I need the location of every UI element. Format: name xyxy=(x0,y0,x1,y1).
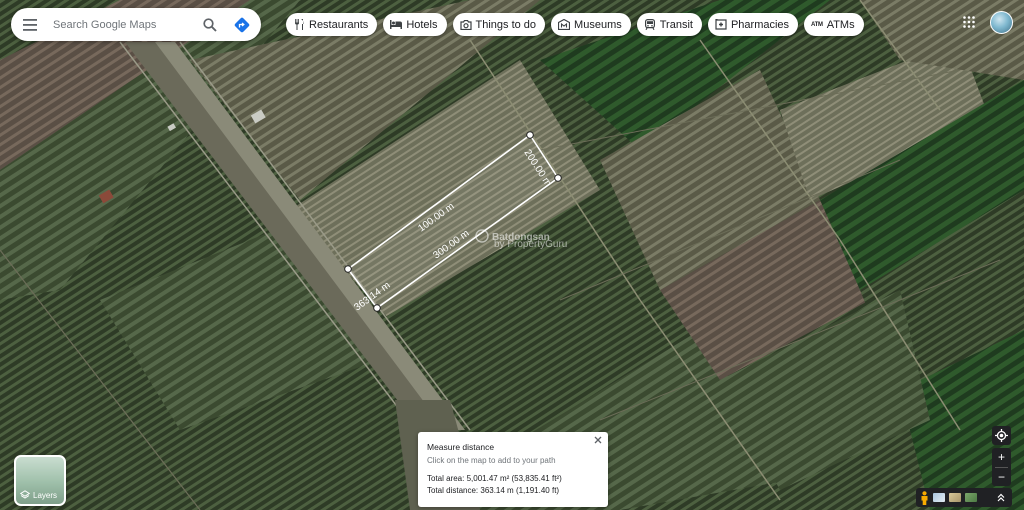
search-icon xyxy=(203,17,217,32)
layers-label-group: Layers xyxy=(20,490,57,500)
chip-label: Pharmacies xyxy=(730,18,790,31)
zoom-out-button[interactable]: − xyxy=(992,467,1011,486)
directions-icon xyxy=(234,17,250,32)
hotel-icon xyxy=(390,19,403,31)
terrain-thumbnail[interactable] xyxy=(949,493,961,502)
directions-button[interactable] xyxy=(226,8,258,41)
transit-icon xyxy=(644,19,656,31)
category-chips: Restaurants Hotels Things to do Museums … xyxy=(286,13,864,36)
pharmacy-icon xyxy=(715,19,727,31)
measure-distance-card: Measure distance Click on the map to add… xyxy=(418,432,608,507)
chip-museums[interactable]: Museums xyxy=(551,13,631,36)
zoom-controls: + − xyxy=(992,448,1011,486)
search-box: Search Google Maps xyxy=(11,8,261,41)
map-thumbnail[interactable] xyxy=(933,493,945,502)
search-input[interactable]: Search Google Maps xyxy=(49,19,194,31)
search-button[interactable] xyxy=(194,8,226,41)
watermark-subtext: by PropertyGuru xyxy=(494,239,567,250)
chip-label: Things to do xyxy=(475,18,537,31)
measure-point[interactable] xyxy=(526,131,534,139)
my-location-button[interactable] xyxy=(992,426,1011,445)
restaurant-icon xyxy=(293,19,305,31)
imagery-bar xyxy=(916,488,1012,507)
layers-label: Layers xyxy=(33,490,58,500)
close-button[interactable] xyxy=(591,433,605,447)
total-distance: Total distance: 363.14 m (1,191.40 ft) xyxy=(427,486,560,495)
account-avatar[interactable] xyxy=(990,11,1013,34)
hamburger-menu-icon xyxy=(23,18,37,31)
expand-button[interactable] xyxy=(994,491,1008,505)
apps-grid-icon xyxy=(963,16,975,28)
measure-point[interactable] xyxy=(344,265,352,273)
menu-button[interactable] xyxy=(11,8,49,41)
chip-label: Hotels xyxy=(406,18,438,31)
chip-transit[interactable]: Transit xyxy=(636,13,702,36)
layers-icon xyxy=(20,490,30,499)
chip-atms[interactable]: ATM ATMs xyxy=(804,13,864,36)
chip-restaurants[interactable]: Restaurants xyxy=(286,13,378,36)
zoom-in-button[interactable]: + xyxy=(992,448,1011,467)
chip-things-to-do[interactable]: Things to do xyxy=(452,13,546,36)
atm-icon: ATM xyxy=(811,21,823,28)
total-area: Total area: 5,001.47 m² (53,835.41 ft²) xyxy=(427,474,562,483)
chip-label: Museums xyxy=(574,18,622,31)
layers-button[interactable]: Layers xyxy=(14,455,66,506)
imagery-thumbnail[interactable] xyxy=(965,493,977,502)
pegman-icon[interactable] xyxy=(920,490,929,505)
chip-hotels[interactable]: Hotels xyxy=(383,13,447,36)
measure-card-hint: Click on the map to add to your path xyxy=(427,456,556,465)
google-apps-button[interactable] xyxy=(959,12,979,32)
chevron-up-icon xyxy=(997,493,1005,502)
chip-label: Restaurants xyxy=(309,18,369,31)
measure-card-title: Measure distance xyxy=(427,442,495,452)
chip-label: Transit xyxy=(659,18,693,31)
chip-pharmacies[interactable]: Pharmacies xyxy=(707,13,799,36)
close-icon xyxy=(594,436,602,444)
measure-point[interactable] xyxy=(373,304,381,312)
museum-icon xyxy=(558,19,571,31)
camera-icon xyxy=(459,19,472,31)
my-location-icon xyxy=(995,429,1008,442)
measure-point[interactable] xyxy=(554,174,562,182)
chip-label: ATMs xyxy=(826,18,855,31)
